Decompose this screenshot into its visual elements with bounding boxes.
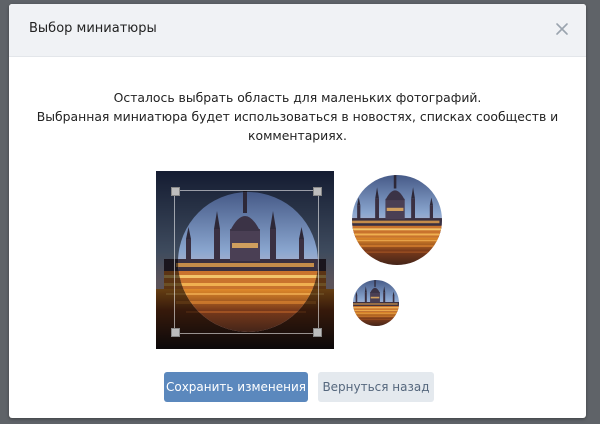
dialog-header: Выбор миниатюры	[9, 4, 586, 57]
thumbnail-dialog: Выбор миниатюры Осталось выбрать область…	[9, 4, 586, 418]
parliament-photo-preview-small	[353, 280, 399, 326]
crop-frame[interactable]	[174, 190, 319, 334]
dialog-description: Осталось выбрать область для маленьких ф…	[29, 88, 566, 145]
save-changes-button[interactable]: Сохранить изменения	[164, 372, 308, 402]
parliament-photo-preview	[352, 175, 442, 265]
go-back-button[interactable]: Вернуться назад	[318, 372, 434, 402]
description-line: комментариях.	[248, 128, 347, 143]
crop-handle-top-right[interactable]	[313, 187, 322, 196]
crop-handle-top-left[interactable]	[171, 187, 180, 196]
description-line: Осталось выбрать область для маленьких ф…	[113, 90, 482, 105]
thumbnail-crop-area[interactable]	[156, 171, 334, 349]
crop-handle-bottom-right[interactable]	[313, 328, 322, 337]
thumbnail-preview-small	[353, 280, 399, 326]
dialog-title: Выбор миниатюры	[29, 21, 157, 36]
close-icon	[556, 23, 568, 35]
thumbnail-preview-large	[352, 175, 442, 265]
close-button[interactable]	[552, 19, 572, 39]
crop-handle-bottom-left[interactable]	[171, 328, 180, 337]
description-line: Выбранная миниатюра будет использоваться…	[36, 109, 559, 124]
